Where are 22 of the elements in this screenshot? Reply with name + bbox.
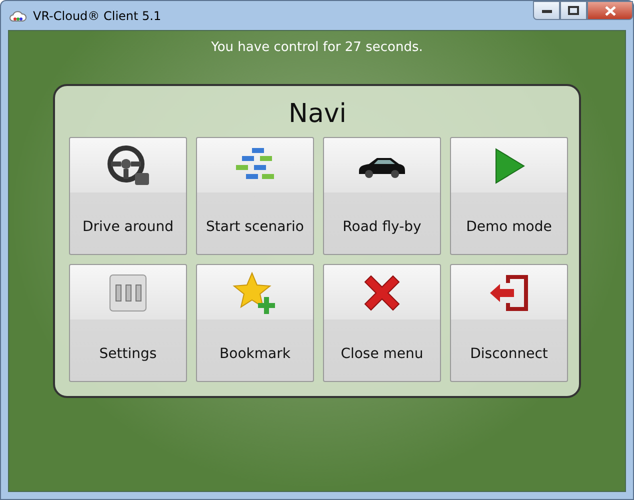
menu-tile[interactable]: Bookmark <box>196 264 314 382</box>
window-title: VR-Cloud® Client 5.1 <box>33 8 162 22</box>
menu-tile[interactable]: Drive around <box>69 137 187 255</box>
exit-door-icon <box>488 272 530 312</box>
menu-tile[interactable]: Settings <box>69 264 187 382</box>
menu-tile[interactable]: Start scenario <box>196 137 314 255</box>
cloud-icon <box>9 8 27 22</box>
close-icon <box>604 6 616 16</box>
steering-wheel-icon <box>105 144 151 186</box>
minimize-icon <box>542 8 552 12</box>
menu-tile[interactable]: Road fly-by <box>323 137 441 255</box>
menu-title: Navi <box>288 100 348 128</box>
menu-tile[interactable]: Demo mode <box>450 137 568 255</box>
menu-tile[interactable]: Disconnect <box>450 264 568 382</box>
close-button[interactable] <box>587 1 633 20</box>
star-plus-icon <box>232 270 278 314</box>
switch-panel-icon <box>108 272 148 312</box>
minimize-button[interactable] <box>533 1 560 20</box>
maximize-button[interactable] <box>560 1 587 20</box>
menu-tile[interactable]: Close menu <box>323 264 441 382</box>
maximize-icon <box>568 6 579 15</box>
control-message: You have control for 27 seconds. <box>211 40 423 55</box>
